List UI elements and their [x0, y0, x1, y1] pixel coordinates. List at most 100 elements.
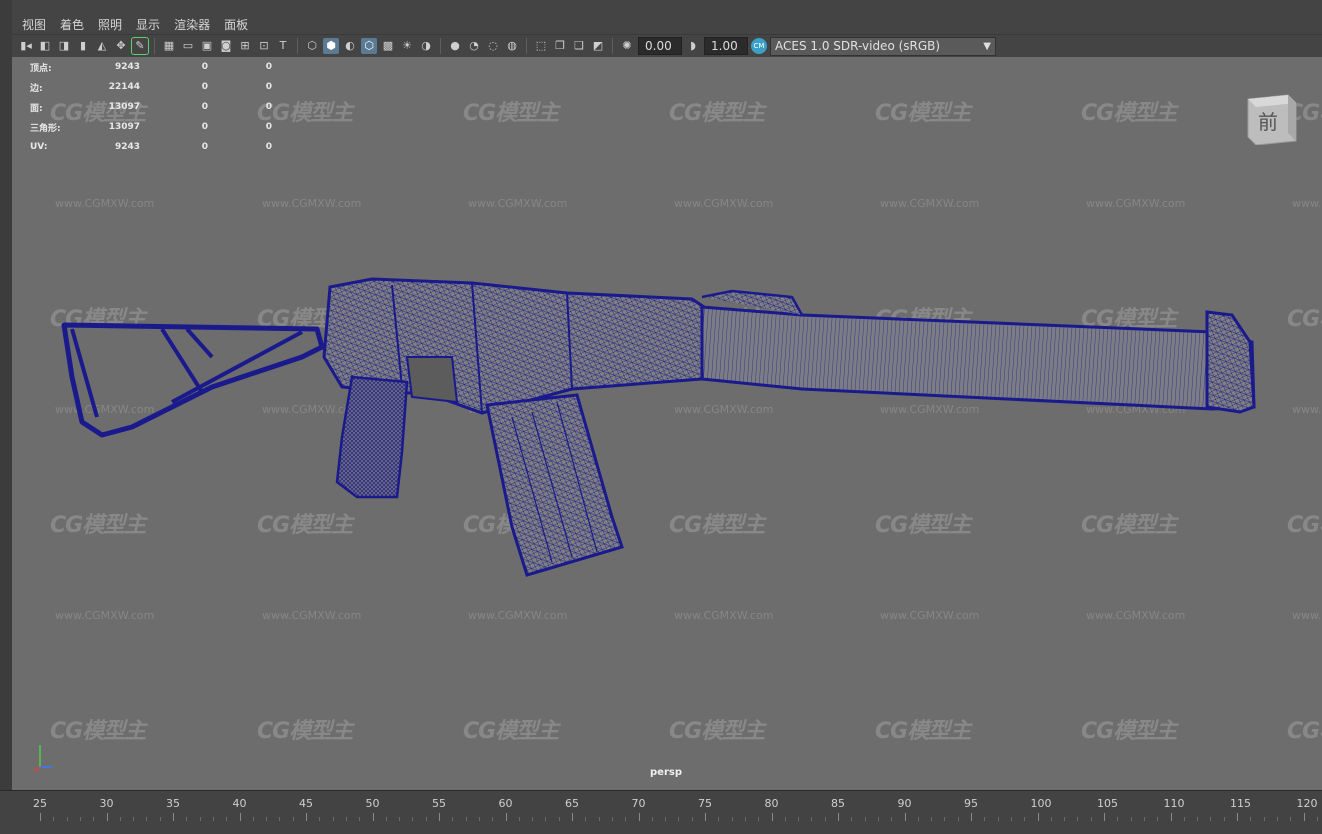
- timeline-minor-tick: [691, 817, 693, 821]
- timeline-tick-label: 115: [1230, 797, 1251, 810]
- hud-v3: 0: [265, 142, 272, 152]
- lights-icon[interactable]: ☀: [399, 38, 415, 54]
- view-cube[interactable]: 前: [1244, 89, 1300, 145]
- timeline-minor-tick: [532, 817, 534, 821]
- timeline-tick-label: 45: [299, 797, 313, 810]
- field-chart-icon[interactable]: ⊞: [237, 38, 253, 54]
- exposure-icon[interactable]: ✺: [619, 38, 635, 54]
- hud-v3: 0: [265, 82, 272, 92]
- camera-lock-icon[interactable]: ◧: [37, 38, 53, 54]
- timeline-minor-tick: [93, 817, 95, 821]
- timeline-minor-tick: [1050, 817, 1052, 821]
- hud-label: 三角形:: [30, 123, 61, 134]
- timeline-tick-label: 105: [1097, 797, 1118, 810]
- toolbar-separator: [526, 38, 527, 54]
- timeline-minor-tick: [332, 817, 334, 821]
- hud-v1: 13097: [108, 122, 140, 132]
- menu-bar: 视图 着色 照明 显示 渲染器 面板: [0, 0, 1322, 833]
- depth-of-field-icon[interactable]: ◍: [504, 38, 520, 54]
- anti-aliasing-icon[interactable]: ◌: [485, 38, 501, 54]
- timeline-tick: [106, 813, 108, 821]
- timeline-minor-tick: [159, 817, 161, 821]
- hud-v1: 13097: [108, 102, 140, 112]
- timeline-tick: [838, 813, 839, 821]
- timeline-minor-tick: [492, 817, 494, 821]
- timeline-tick-label: 25: [33, 797, 47, 810]
- xray-icon[interactable]: ❐: [552, 38, 568, 54]
- smooth-shade-icon[interactable]: ⬢: [323, 38, 339, 54]
- rifle-wireframe-model[interactable]: [12, 57, 1322, 790]
- motion-blur-icon[interactable]: ◔: [466, 38, 482, 54]
- timeline-minor-tick: [784, 817, 786, 821]
- timeline-minor-tick: [399, 817, 401, 821]
- timeline-minor-tick: [851, 817, 853, 821]
- xray-components-icon[interactable]: ◩: [590, 38, 606, 54]
- menu-item[interactable]: 渲染器: [174, 16, 210, 33]
- toolbar-separator: [297, 38, 298, 54]
- chevron-down-icon: ▼: [983, 40, 991, 52]
- timeline-minor-tick: [558, 817, 560, 821]
- hud-row: 面: 13097 0 0: [30, 97, 272, 117]
- timeline-minor-tick: [665, 817, 667, 821]
- timeline-minor-tick: [359, 817, 361, 821]
- timeline-minor-tick: [625, 817, 627, 821]
- timeline-tick-label: 50: [365, 797, 380, 810]
- menu-item[interactable]: 着色: [60, 16, 84, 33]
- timeline-tick: [1104, 813, 1105, 821]
- color-management-icon[interactable]: CM: [751, 38, 767, 54]
- color-space-label: ACES 1.0 SDR-video (sRGB): [775, 38, 941, 53]
- timeline-minor-tick: [79, 817, 81, 821]
- shadows-icon[interactable]: ◑: [418, 38, 434, 54]
- timeline-tick-label: 110: [1163, 797, 1185, 810]
- timeline-minor-tick: [1276, 817, 1278, 821]
- wireframe-icon[interactable]: ⬡: [304, 38, 320, 54]
- timeline-minor-tick: [824, 817, 826, 821]
- menu-item[interactable]: 面板: [224, 16, 248, 33]
- film-gate-icon[interactable]: ▭: [180, 38, 196, 54]
- resolution-gate-icon[interactable]: ▣: [199, 38, 215, 54]
- timeline-tick-label: 80: [764, 797, 779, 810]
- timeline-tick-label: 30: [99, 797, 114, 810]
- grease-pencil-icon[interactable]: ✎: [131, 37, 149, 55]
- camera-select-icon[interactable]: ▮◂: [18, 38, 34, 54]
- exposure-field[interactable]: 0.00: [638, 37, 682, 55]
- gamma-field[interactable]: 1.00: [704, 37, 748, 55]
- timeline-minor-tick: [1024, 817, 1026, 821]
- menu-item[interactable]: 视图: [22, 16, 46, 33]
- timeline-minor-tick: [1197, 817, 1199, 821]
- image-plane-icon[interactable]: ◭: [94, 38, 110, 54]
- screen-space-ao-icon[interactable]: ●: [447, 38, 463, 54]
- menu-item[interactable]: 显示: [136, 16, 160, 33]
- bookmark-icon[interactable]: ▮: [75, 38, 91, 54]
- timeline-minor-tick: [518, 817, 520, 821]
- timeline-minor-tick: [478, 817, 480, 821]
- hud-v3: 0: [265, 122, 272, 132]
- menu-item[interactable]: 照明: [98, 16, 122, 33]
- 3d-viewport[interactable]: CG模型主 www.CGMXW.com CG模型主 www.CGMXW.com CG模型…: [12, 57, 1322, 790]
- timeline-minor-tick: [319, 817, 321, 821]
- timeline-tick-label: 65: [565, 797, 579, 810]
- isolate-select-icon[interactable]: ⬚: [533, 38, 549, 54]
- timeline-tick: [771, 813, 773, 821]
- xray-joints-icon[interactable]: ❏: [571, 38, 587, 54]
- textured-icon[interactable]: ▩: [380, 38, 396, 54]
- timeline-tick: [505, 813, 507, 821]
- color-space-dropdown[interactable]: ACES 1.0 SDR-video (sRGB) ▼: [770, 36, 996, 56]
- two-d-pan-icon[interactable]: ✥: [113, 38, 129, 54]
- safe-action-icon[interactable]: ⊡: [256, 38, 272, 54]
- timeline-minor-tick: [279, 817, 281, 821]
- timeline-minor-tick: [545, 817, 547, 821]
- timeline-minor-tick: [1263, 817, 1265, 821]
- time-slider[interactable]: 25 30 35 40 45 50 55 60 65 70 75 80 85 90 95 100 105 110 1…: [0, 790, 1322, 834]
- camera-attributes-icon[interactable]: ◨: [56, 38, 72, 54]
- gamma-icon[interactable]: ◗: [685, 38, 701, 54]
- timeline-tick: [173, 813, 174, 821]
- grid-icon[interactable]: ▦: [161, 38, 177, 54]
- wireframe-on-shaded-icon[interactable]: ⬡: [361, 38, 377, 54]
- default-material-icon[interactable]: ◐: [342, 38, 358, 54]
- timeline-minor-tick: [598, 817, 600, 821]
- gate-mask-icon[interactable]: ◙: [218, 38, 234, 54]
- hud-row: UV: 9243 0 0: [30, 137, 272, 157]
- safe-title-icon[interactable]: T: [275, 38, 291, 54]
- timeline-tick: [1303, 813, 1305, 821]
